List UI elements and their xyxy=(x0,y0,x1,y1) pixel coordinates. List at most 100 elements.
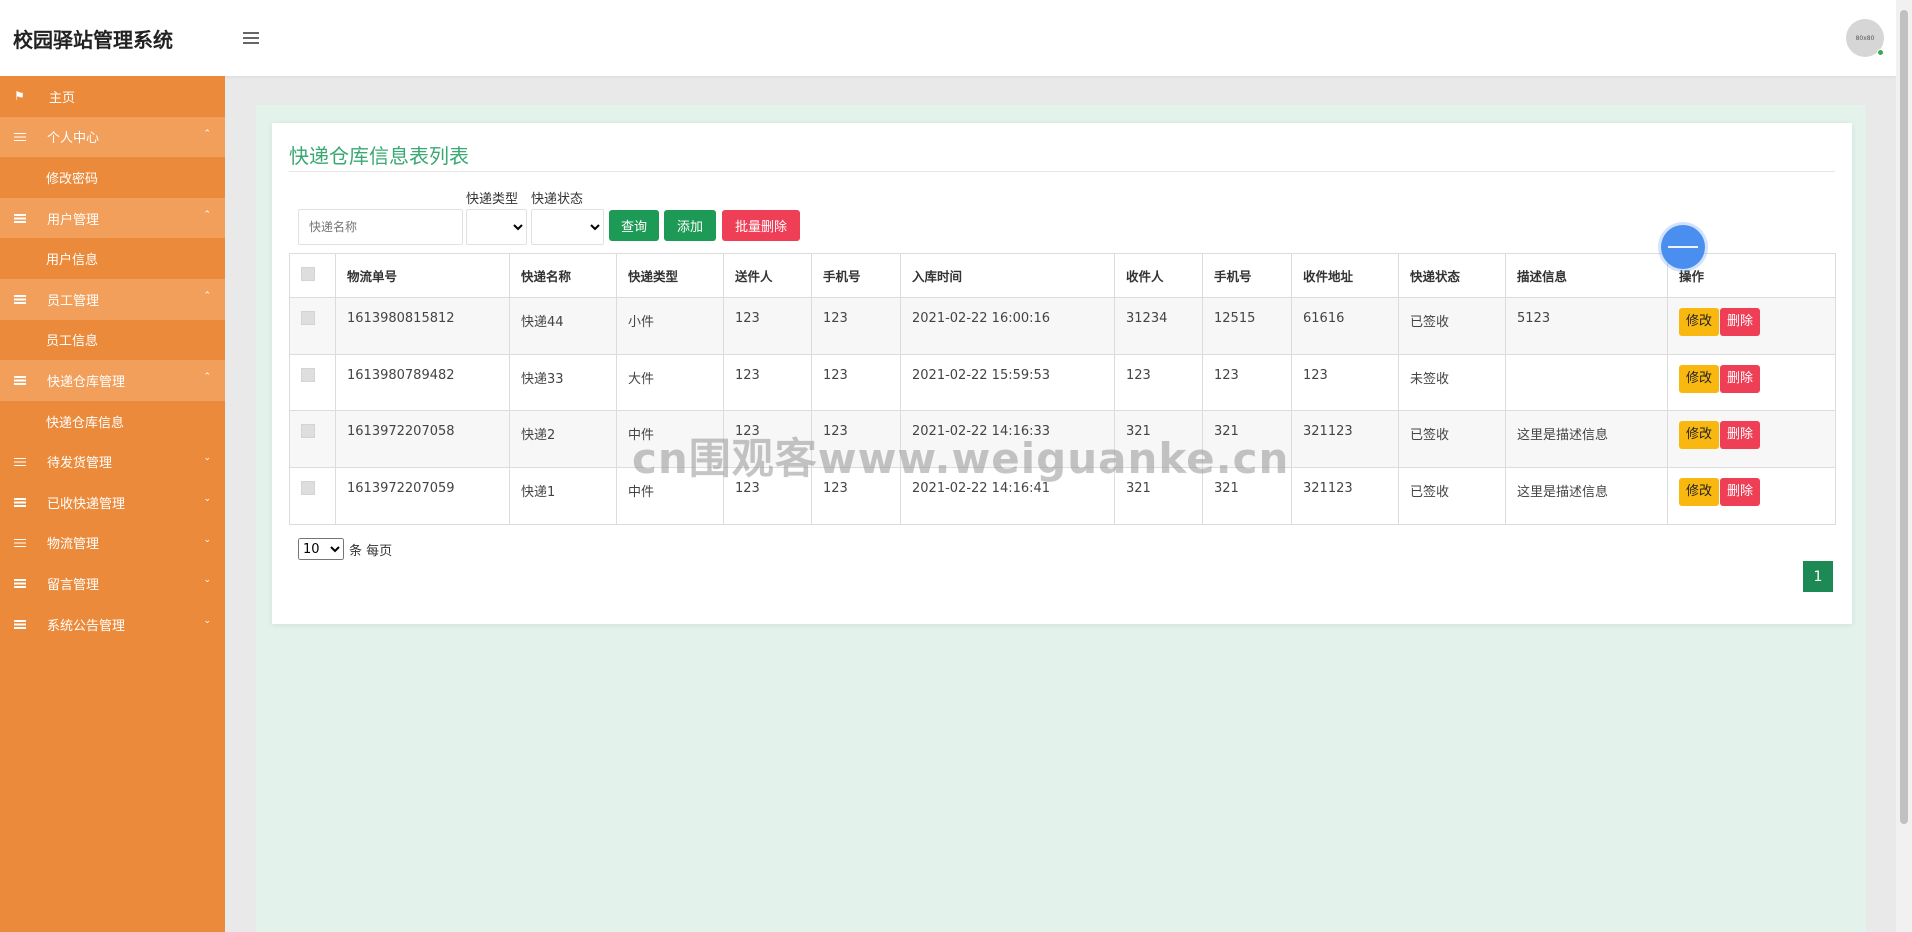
search-input[interactable] xyxy=(298,209,463,245)
sidebar-item-3[interactable]: 用户管理 ⌃ xyxy=(0,197,225,239)
scrollbar-thumb[interactable] xyxy=(1900,10,1908,824)
column-header: 送件人 xyxy=(723,253,812,298)
table-cell: 31234 xyxy=(1114,297,1203,355)
column-header: 手机号 xyxy=(1202,253,1292,298)
floating-assistant-button[interactable] xyxy=(1661,225,1705,269)
table-cell: 123 xyxy=(723,467,812,525)
type-filter-label: 快递类型 xyxy=(466,192,519,207)
table-cell: 快递44 xyxy=(509,297,617,355)
sidebar-item-9[interactable]: 待发货管理 ⌄ xyxy=(0,441,225,482)
add-button[interactable]: 添加 xyxy=(664,210,716,241)
table-cell: 快递1 xyxy=(509,467,617,525)
list-icon xyxy=(14,213,26,223)
table-cell: 123 xyxy=(811,353,901,412)
sidebar-item-label: 已收快递管理 xyxy=(47,496,126,512)
vertical-scrollbar[interactable] xyxy=(1896,0,1912,932)
table-cell: 321123 xyxy=(1291,467,1399,525)
edit-button[interactable]: 修改 xyxy=(1679,421,1720,450)
table-cell: 2021-02-22 14:16:33 xyxy=(900,410,1115,469)
delete-button[interactable]: 删除 xyxy=(1720,421,1761,450)
avatar-text: 80x80 xyxy=(1855,34,1875,42)
sidebar-item-label: 主页 xyxy=(49,90,76,106)
sidebar-item-13[interactable]: 系统公告管理 ⌄ xyxy=(0,604,225,645)
sidebar-item-4[interactable]: 用户信息 xyxy=(0,238,225,279)
type-filter-select[interactable] xyxy=(466,209,527,245)
edit-button[interactable]: 修改 xyxy=(1679,308,1720,336)
delete-button[interactable]: 删除 xyxy=(1720,478,1761,507)
chevron-down-icon: ⌄ xyxy=(203,615,211,626)
column-header: 物流单号 xyxy=(335,253,510,298)
row-checkbox[interactable] xyxy=(301,424,315,439)
table-cell: 123 xyxy=(723,297,812,355)
sidebar-item-11[interactable]: 物流管理 ⌄ xyxy=(0,523,225,564)
table-cell: 123 xyxy=(723,353,812,412)
edit-button[interactable]: 修改 xyxy=(1679,478,1720,507)
row-select-cell xyxy=(289,467,336,525)
row-select-cell xyxy=(289,410,336,469)
edit-button[interactable]: 修改 xyxy=(1679,364,1720,393)
sidebar-item-1[interactable]: 个人中心 ⌃ xyxy=(0,116,225,158)
sidebar-item-label: 修改密码 xyxy=(46,171,99,187)
table-cell: 小件 xyxy=(616,297,724,355)
query-button[interactable]: 查询 xyxy=(609,210,659,241)
column-header: 快递名称 xyxy=(509,253,617,298)
sidebar-item-2[interactable]: 修改密码 xyxy=(0,157,225,198)
chevron-up-icon: ⌃ xyxy=(203,128,211,139)
select-all-checkbox[interactable] xyxy=(301,267,315,281)
sidebar-item-label: 用户信息 xyxy=(46,253,99,269)
sidebar-item-5[interactable]: 员工管理 ⌃ xyxy=(0,278,225,320)
sidebar-item-label: 快递仓库信息 xyxy=(46,415,125,431)
table-cell: 123 xyxy=(723,410,812,469)
page-size-select[interactable]: 10 xyxy=(298,538,344,560)
table-cell: 2021-02-22 15:59:53 xyxy=(900,353,1115,412)
page-title: 快递仓库信息表列表 xyxy=(289,144,469,168)
select-all-cell xyxy=(289,253,336,298)
chevron-down-icon: ⌄ xyxy=(203,534,211,545)
avatar[interactable]: 80x80 xyxy=(1846,19,1884,57)
sidebar-item-label: 物流管理 xyxy=(47,537,100,553)
row-checkbox[interactable] xyxy=(301,311,315,325)
sidebar-item-7[interactable]: 快递仓库管理 ⌃ xyxy=(0,360,225,401)
sidebar: ⚑ 主页 个人中心 ⌃ 修改密码用户管理 ⌃ 用户信息员工管理 ⌃ 员工信息快递仓库管理 ⌃ 快递仓… xyxy=(0,76,225,932)
chevron-up-icon: ⌃ xyxy=(203,372,211,383)
table-cell: 123 xyxy=(811,467,901,525)
sidebar-item-8[interactable]: 快递仓库信息 xyxy=(0,400,225,442)
row-checkbox[interactable] xyxy=(301,481,315,496)
sidebar-item-label: 留言管理 xyxy=(47,577,100,593)
table-cell: 1613980789482 xyxy=(335,353,510,412)
table-cell: 已签收 xyxy=(1398,297,1506,355)
chevron-up-icon: ⌃ xyxy=(203,209,211,220)
delete-button[interactable]: 删除 xyxy=(1720,364,1761,393)
table-cell: 1613980815812 xyxy=(335,297,510,355)
status-filter-select[interactable] xyxy=(531,209,604,245)
table-cell: 123 xyxy=(811,410,901,469)
list-icon xyxy=(14,619,26,629)
sidebar-item-10[interactable]: 已收快递管理 ⌄ xyxy=(0,482,225,523)
table-cell: 快递33 xyxy=(509,353,617,412)
column-header: 收件地址 xyxy=(1291,253,1399,298)
list-icon xyxy=(14,538,26,548)
row-checkbox[interactable] xyxy=(301,367,315,382)
list-icon xyxy=(14,497,26,507)
chevron-down-icon: ⌄ xyxy=(203,575,211,586)
chevron-up-icon: ⌃ xyxy=(203,290,211,301)
table-cell: 未签收 xyxy=(1398,353,1506,412)
table-cell: 123 xyxy=(811,297,901,355)
sidebar-item-0[interactable]: ⚑ 主页 xyxy=(0,76,225,117)
chevron-down-icon: ⌄ xyxy=(203,493,211,504)
batch-delete-button[interactable]: 批量删除 xyxy=(722,210,800,241)
menu-toggle-icon[interactable] xyxy=(243,32,259,47)
column-header: 描述信息 xyxy=(1505,253,1668,298)
status-filter-label: 快递状态 xyxy=(531,192,584,207)
sidebar-item-6[interactable]: 员工信息 xyxy=(0,319,225,361)
sidebar-item-label: 用户管理 xyxy=(47,212,100,228)
page-button-1[interactable]: 1 xyxy=(1803,561,1833,592)
app-title: 校园驿站管理系统 xyxy=(13,28,173,52)
actions-cell: 修改 删除 xyxy=(1667,297,1836,355)
delete-button[interactable]: 删除 xyxy=(1720,308,1761,336)
table-cell: 321 xyxy=(1114,410,1203,469)
table-cell: 已签收 xyxy=(1398,410,1506,469)
sidebar-item-label: 员工信息 xyxy=(46,334,99,350)
table-cell: 中件 xyxy=(616,410,724,469)
sidebar-item-12[interactable]: 留言管理 ⌄ xyxy=(0,563,225,604)
